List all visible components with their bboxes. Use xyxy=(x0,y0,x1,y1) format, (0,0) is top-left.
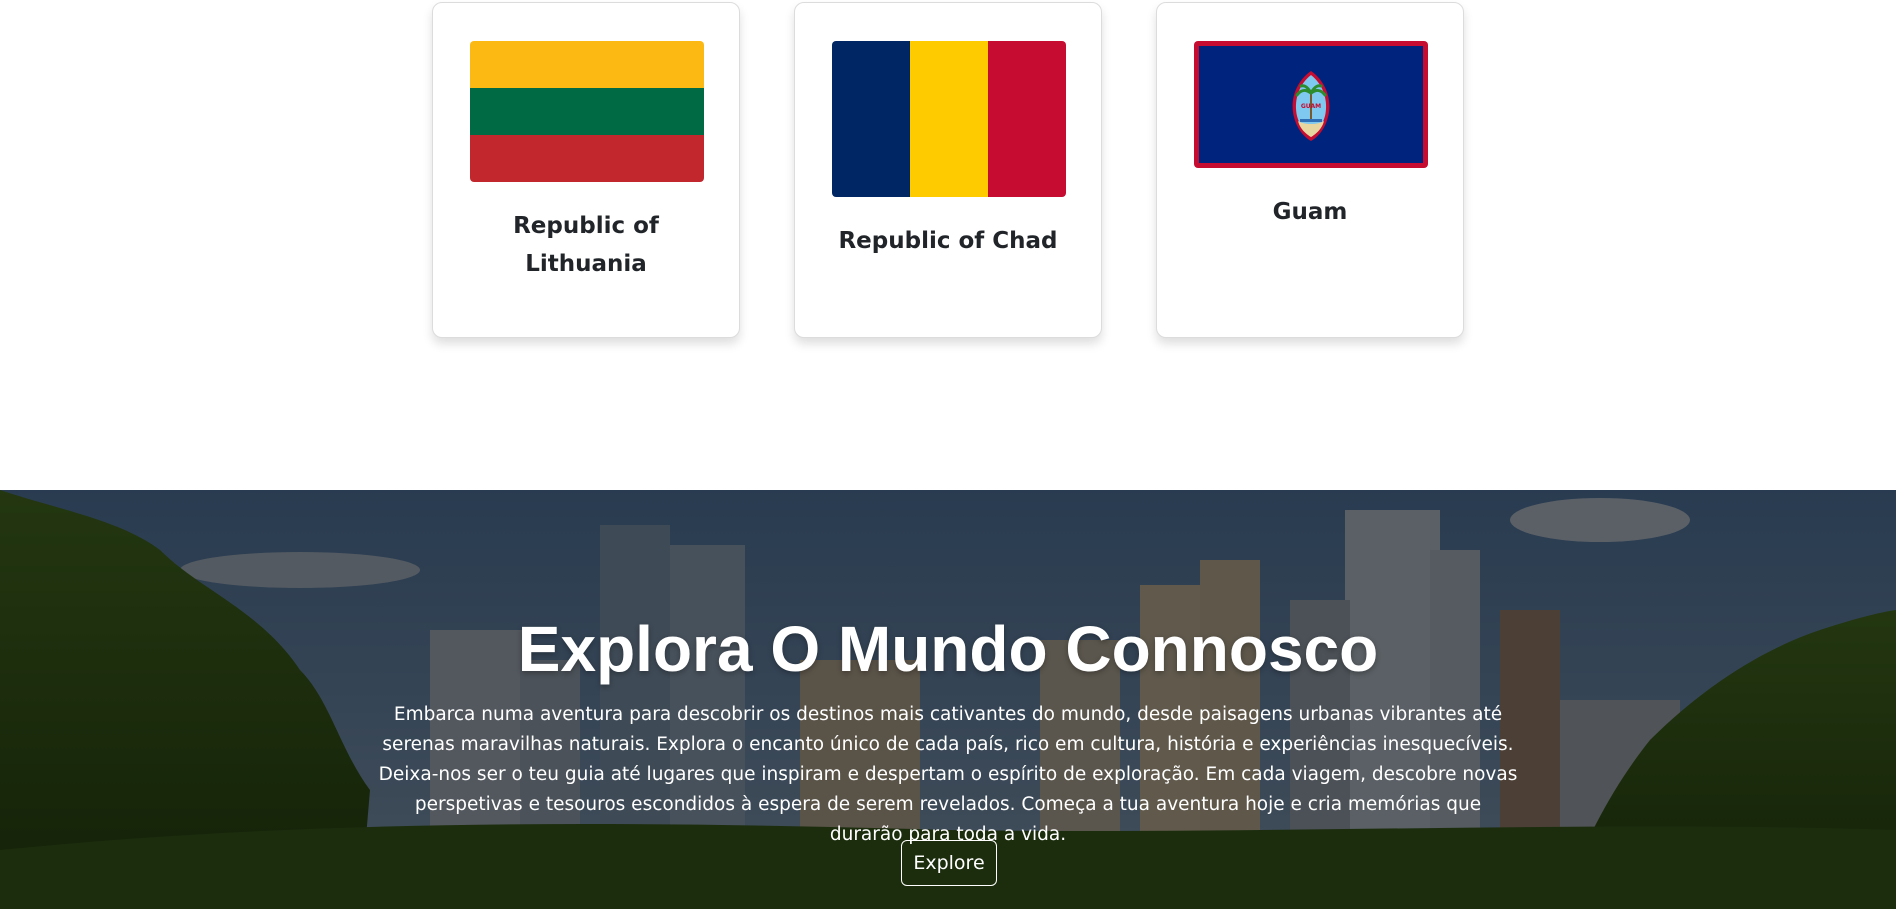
hero-title: Explora O Mundo Connosco xyxy=(517,613,1379,685)
page: Republic of Lithuania Republic of Chad G… xyxy=(0,0,1896,909)
country-name: Guam xyxy=(1272,199,1348,225)
hero-description: Embarca numa aventura para descobrir os … xyxy=(378,704,1518,845)
country-card-chad[interactable]: Republic of Chad xyxy=(794,2,1102,338)
svg-text:GUAM: GUAM xyxy=(1301,103,1321,110)
explore-button[interactable]: Explore xyxy=(901,840,997,886)
guam-flag: GUAM xyxy=(1194,41,1428,168)
country-name: Republic of Lithuania xyxy=(513,213,659,277)
country-name: Republic of Chad xyxy=(838,228,1058,254)
country-cards: Republic of Lithuania Republic of Chad G… xyxy=(432,0,1468,340)
country-card-guam[interactable]: GUAM Guam xyxy=(1156,2,1464,338)
country-card-lithuania[interactable]: Republic of Lithuania xyxy=(432,2,740,338)
hero-section: Explora O Mundo Connosco Embarca numa av… xyxy=(0,490,1896,909)
lithuania-flag xyxy=(470,41,704,182)
chad-flag xyxy=(832,41,1066,197)
